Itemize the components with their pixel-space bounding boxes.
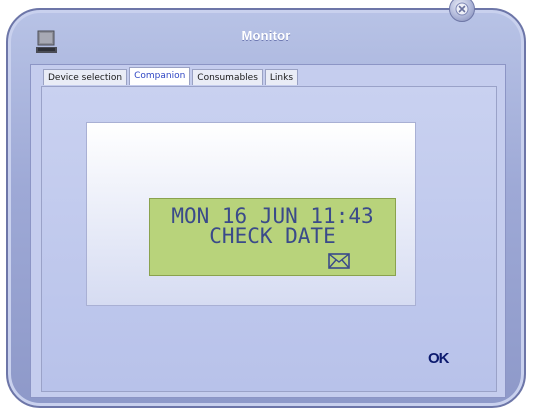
window-title: Monitor bbox=[241, 28, 291, 43]
title-bar[interactable]: Monitor bbox=[8, 10, 524, 68]
envelope-icon bbox=[328, 253, 350, 269]
tab-links[interactable]: Links bbox=[264, 69, 299, 85]
lcd-display: MON 16 JUN 11:43 CHECK DATE bbox=[149, 198, 396, 276]
tab-consumables[interactable]: Consumables bbox=[192, 69, 263, 85]
tab-device-selection[interactable]: Device selection bbox=[43, 69, 128, 85]
tab-bar: Device selection Companion Consumables L… bbox=[43, 67, 299, 87]
tab-companion[interactable]: Companion bbox=[129, 67, 191, 85]
close-icon bbox=[455, 2, 469, 16]
ok-button[interactable]: OK bbox=[428, 350, 449, 367]
lcd-line-message: CHECK DATE bbox=[209, 224, 336, 248]
